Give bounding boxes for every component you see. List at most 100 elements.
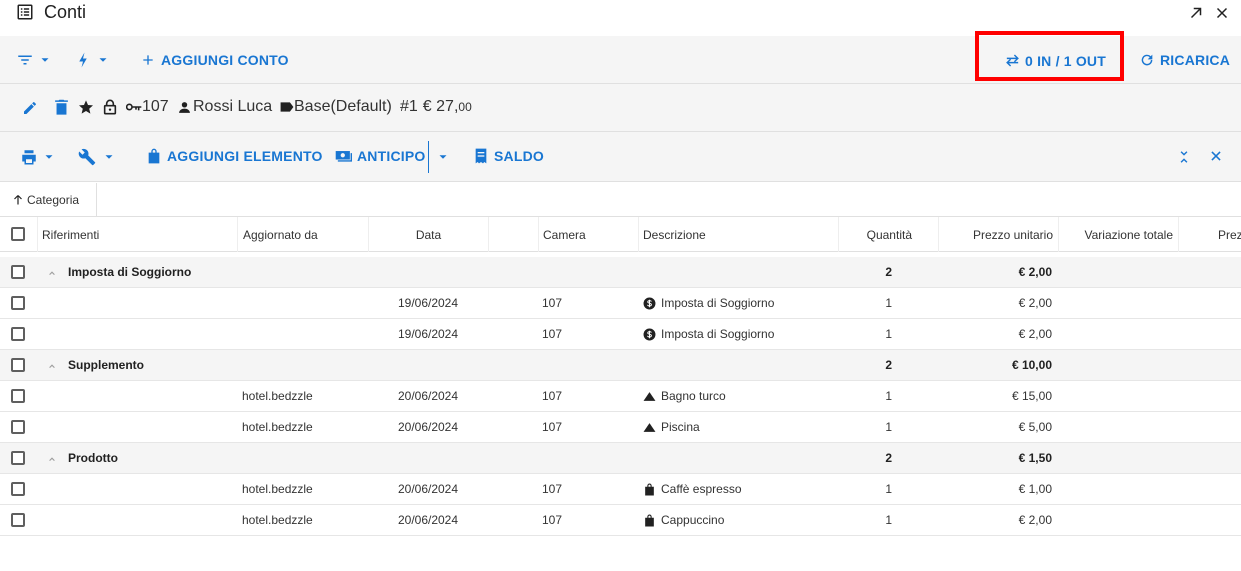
group-by-chip[interactable]: Categoria [0,183,97,216]
split-divider [428,141,429,173]
filter-button[interactable] [16,51,52,69]
group-unit-price: € 2,00 [1018,265,1052,279]
quick-actions-button[interactable] [76,51,110,69]
payments-icon [335,151,352,162]
plus-icon [143,55,153,65]
account-total: #1 € 27, 00 [400,98,472,116]
row-checkbox[interactable] [11,296,25,310]
column-header[interactable]: Prezzo [1178,217,1241,252]
person-icon [179,101,190,113]
table-row[interactable]: 19/06/2024 107 Imposta di Soggiorno 1 € 2,00 [0,319,1241,350]
advance-menu-button[interactable] [436,150,450,164]
table-row[interactable]: hotel.bedzzle 20/06/2024 107 Bagno turco 1 € … [0,381,1241,412]
dollar-circle-icon [643,297,661,310]
column-header[interactable]: Prezzo unitario [938,217,1058,252]
chevron-up-icon[interactable] [48,362,56,370]
table-row[interactable]: hotel.bedzzle 20/06/2024 107 Caffè espresso… [0,474,1241,505]
collapse-all-button[interactable] [1177,149,1191,165]
edit-icon[interactable] [22,100,38,116]
group-row[interactable]: Prodotto 2 € 1,50 [0,443,1241,474]
unfold-less-icon [1180,151,1188,163]
updated-by-cell: hotel.bedzzle [242,513,313,527]
shopping-bag-icon [643,514,661,527]
add-account-button[interactable]: AGGIUNGI CONTO [140,52,289,68]
group-quantity: 2 [885,451,892,465]
rate-name: Base(Default) [280,98,392,116]
group-row[interactable]: Supplemento 2 € 10,00 [0,350,1241,381]
close-icon[interactable] [1213,4,1231,22]
wrench-icon [78,148,96,166]
date-cell: 20/06/2024 [397,389,459,403]
arrow-up-icon [14,194,22,204]
column-header[interactable]: Descrizione [638,217,838,252]
column-header[interactable]: Data [368,217,488,252]
label-icon [280,102,294,112]
row-checkbox[interactable] [11,451,25,465]
caret-down-icon [105,155,113,159]
row-checkbox[interactable] [11,327,25,341]
row-checkbox[interactable] [11,513,25,527]
quantity-cell: 1 [885,296,892,310]
date-cell: 20/06/2024 [397,513,459,527]
quantity-cell: 1 [885,420,892,434]
row-checkbox[interactable] [11,358,25,372]
star-icon[interactable] [78,99,94,115]
row-checkbox[interactable] [11,482,25,496]
triangle-icon [643,390,661,403]
description-text: Piscina [661,420,700,434]
date-cell: 20/06/2024 [397,482,459,496]
caret-down-icon [45,155,53,159]
caret-down-icon [41,58,49,62]
room-number: 107 [126,98,169,116]
dollar-circle-icon [643,328,661,341]
chevron-up-icon[interactable] [48,269,56,277]
room-cell: 107 [542,420,563,434]
column-header[interactable]: Variazione totale [1058,217,1178,252]
delete-icon[interactable] [54,99,69,116]
quantity-cell: 1 [885,482,892,496]
description-text: Imposta di Soggiorno [661,296,775,310]
table-row[interactable]: hotel.bedzzle 20/06/2024 107 Cappuccino 1 € 2… [0,505,1241,536]
open-in-new-icon[interactable] [1187,4,1205,22]
column-header[interactable] [488,217,538,252]
reload-button[interactable]: RICARICA [1139,52,1230,68]
advance-button[interactable]: ANTICIPO [335,148,426,164]
description-text: Caffè espresso [661,482,742,496]
list-alt-icon [17,4,33,20]
highlight-box [975,31,1124,81]
row-checkbox[interactable] [11,389,25,403]
room-cell: 107 [542,327,563,341]
filter-icon [18,55,32,65]
table-row[interactable]: hotel.bedzzle 20/06/2024 107 Piscina 1 € 5,00 [0,412,1241,443]
add-item-button[interactable]: AGGIUNGI ELEMENTO [147,148,323,164]
close-account-button[interactable] [1209,149,1223,163]
column-header[interactable]: Camera [538,217,638,252]
table-row[interactable]: 19/06/2024 107 Imposta di Soggiorno 1 € 2,00 [0,288,1241,319]
balance-button[interactable]: SALDO [474,148,544,164]
chevron-up-icon[interactable] [48,455,56,463]
updated-by-cell: hotel.bedzzle [242,420,313,434]
unit-price-cell: € 5,00 [1018,420,1052,434]
caret-down-icon [99,58,107,62]
column-header[interactable]: Riferimenti [37,217,237,252]
shopping-bag-icon [148,148,160,164]
print-icon [22,150,36,165]
updated-by-cell: hotel.bedzzle [242,482,313,496]
group-unit-price: € 1,50 [1018,451,1052,465]
column-header[interactable]: Quantità [838,217,938,252]
select-all-checkbox[interactable] [11,227,25,241]
column-header[interactable]: Aggiornato da [237,217,368,252]
room-cell: 107 [542,513,563,527]
group-row[interactable]: Imposta di Soggiorno 2 € 2,00 [0,257,1241,288]
row-checkbox[interactable] [11,265,25,279]
window-title: Conti [44,2,87,22]
triangle-icon [643,421,661,434]
account-amount-cents: 00 [458,100,472,114]
key-icon [126,103,142,111]
group-name: Prodotto [68,451,118,465]
row-checkbox[interactable] [11,420,25,434]
print-button[interactable] [20,148,56,166]
unit-price-cell: € 2,00 [1018,513,1052,527]
lock-icon[interactable] [103,99,117,115]
tools-button[interactable] [78,148,116,166]
